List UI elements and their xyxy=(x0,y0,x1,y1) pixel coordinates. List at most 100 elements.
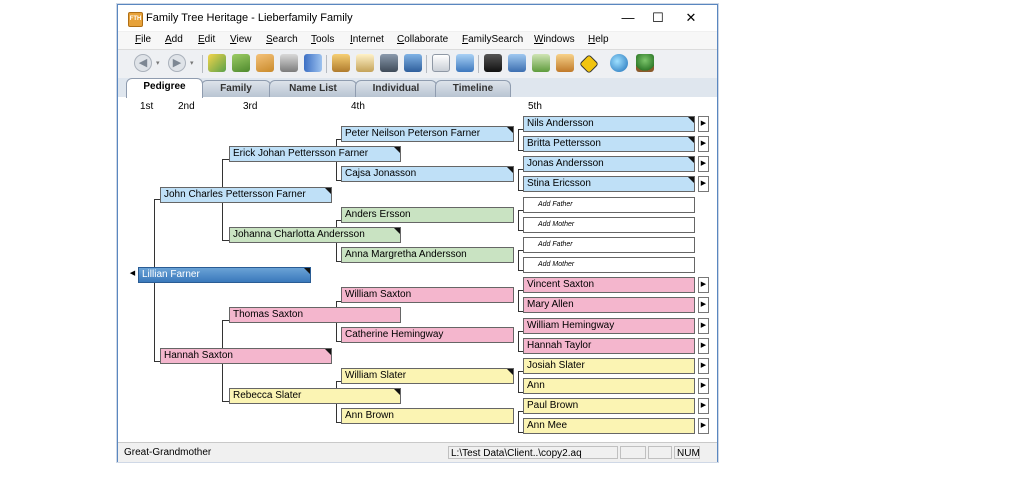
menu-familysearch[interactable]: FamilySearch xyxy=(462,34,523,45)
toolbar-separator xyxy=(326,55,327,73)
grid-icon[interactable] xyxy=(532,54,550,72)
book-icon[interactable] xyxy=(304,54,322,72)
menu-internet[interactable]: Internet xyxy=(350,34,384,45)
menu-add[interactable]: Add xyxy=(165,34,183,45)
camera-icon[interactable] xyxy=(380,54,398,72)
tab-timeline[interactable]: Timeline xyxy=(435,80,511,97)
report-icon[interactable] xyxy=(432,54,450,72)
window-title: Family Tree Heritage - Lieberfamily Fami… xyxy=(146,12,353,24)
person-gen4[interactable]: Cajsa Jonasson xyxy=(341,166,514,182)
person-gen5[interactable]: Stina Ericsson xyxy=(523,176,695,192)
add-father-button[interactable]: Add Father xyxy=(523,197,695,213)
forward-icon[interactable]: ▶ xyxy=(168,54,186,72)
menu-edit[interactable]: Edit xyxy=(198,34,215,45)
tree-icon[interactable] xyxy=(636,54,654,72)
person-gen4[interactable]: Peter Neilson Peterson Farner xyxy=(341,126,514,142)
user-add-icon[interactable] xyxy=(404,54,422,72)
minimize-button[interactable]: — xyxy=(613,9,643,27)
pedigree-chart: ◀ Lillian Farner John Charles Pettersson… xyxy=(118,113,717,442)
person-gen5[interactable]: Nils Andersson xyxy=(523,116,695,132)
person-gen5[interactable]: Jonas Andersson xyxy=(523,156,695,172)
menu-collaborate[interactable]: Collaborate xyxy=(397,34,448,45)
tab-name-list[interactable]: Name List xyxy=(269,80,357,97)
person-mother[interactable]: Hannah Saxton xyxy=(160,348,332,364)
connector-line xyxy=(518,169,519,190)
binoculars-icon[interactable] xyxy=(484,54,502,72)
person-gen4[interactable]: Ann Brown xyxy=(341,408,514,424)
forward-dropdown-icon[interactable]: ▾ xyxy=(190,59,194,67)
list-icon[interactable] xyxy=(456,54,474,72)
add-father-button[interactable]: Add Father xyxy=(523,237,695,253)
person-gen5[interactable]: Vincent Saxton xyxy=(523,277,695,293)
menu-help[interactable]: Help xyxy=(588,34,609,45)
menu-windows[interactable]: Windows xyxy=(534,34,575,45)
person-gen4[interactable]: Anna Margretha Andersson xyxy=(341,247,514,263)
toolbar-separator xyxy=(478,55,479,73)
expand-arrow-icon[interactable]: ▶ xyxy=(698,358,709,374)
back-icon[interactable]: ◀ xyxy=(134,54,152,72)
print-icon[interactable] xyxy=(280,54,298,72)
person-gen5[interactable]: Britta Pettersson xyxy=(523,136,695,152)
toolbar-separator xyxy=(202,55,203,73)
expand-arrow-icon[interactable]: ▶ xyxy=(698,176,709,192)
expand-arrow-icon[interactable]: ▶ xyxy=(698,398,709,414)
tab-pedigree[interactable]: Pedigree xyxy=(126,78,203,98)
menu-tools[interactable]: Tools xyxy=(311,34,334,45)
person-gen5[interactable]: Hannah Taylor xyxy=(523,338,695,354)
expand-arrow-icon[interactable]: ▶ xyxy=(698,156,709,172)
user-edit-icon[interactable] xyxy=(332,54,350,72)
maximize-button[interactable]: ☐ xyxy=(643,9,673,27)
import-icon[interactable] xyxy=(232,54,250,72)
collapse-arrow-icon[interactable]: ◀ xyxy=(127,267,138,283)
person-paternal-grandmother[interactable]: Johanna Charlotta Andersson xyxy=(229,227,401,243)
expand-arrow-icon[interactable]: ▶ xyxy=(698,418,709,434)
person-gen5[interactable]: William Hemingway xyxy=(523,318,695,334)
notes-icon[interactable] xyxy=(356,54,374,72)
menu-file[interactable]: File xyxy=(135,34,151,45)
expand-arrow-icon[interactable]: ▶ xyxy=(698,297,709,313)
warning-icon[interactable] xyxy=(579,54,599,74)
person-paternal-grandfather[interactable]: Erick Johan Pettersson Farner xyxy=(229,146,401,162)
person-gen4[interactable]: William Slater xyxy=(341,368,514,384)
expand-arrow-icon[interactable]: ▶ xyxy=(698,378,709,394)
person-maternal-grandfather[interactable]: Thomas Saxton xyxy=(229,307,401,323)
export-icon[interactable] xyxy=(256,54,274,72)
person-gen5[interactable]: Mary Allen xyxy=(523,297,695,313)
expand-arrow-icon[interactable]: ▶ xyxy=(698,338,709,354)
tab-family[interactable]: Family xyxy=(201,80,271,97)
expand-arrow-icon[interactable]: ▶ xyxy=(698,318,709,334)
person-maternal-grandmother[interactable]: Rebecca Slater xyxy=(229,388,401,404)
tab-individual[interactable]: Individual xyxy=(355,80,437,97)
person-gen5[interactable]: Ann Mee xyxy=(523,418,695,434)
home-icon[interactable] xyxy=(556,54,574,72)
person-gen4[interactable]: Anders Ersson xyxy=(341,207,514,223)
menu-view[interactable]: View xyxy=(230,34,252,45)
title-bar[interactable]: FTH Family Tree Heritage - Lieberfamily … xyxy=(118,5,717,31)
person-root[interactable]: Lillian Farner xyxy=(138,267,311,283)
person-gen5[interactable]: Paul Brown xyxy=(523,398,695,414)
back-dropdown-icon[interactable]: ▾ xyxy=(156,59,160,67)
web-icon[interactable] xyxy=(610,54,628,72)
expand-arrow-icon[interactable]: ▶ xyxy=(698,116,709,132)
close-button[interactable]: ✕ xyxy=(676,9,706,27)
expand-arrow-icon[interactable]: ▶ xyxy=(698,136,709,152)
connector-line xyxy=(518,290,519,311)
chart-icon[interactable] xyxy=(508,54,526,72)
toolbar: ◀ ▾ ▶ ▾ xyxy=(118,50,717,79)
connector-line xyxy=(518,371,519,392)
add-mother-button[interactable]: Add Mother xyxy=(523,217,695,233)
person-gen4[interactable]: Catherine Hemingway xyxy=(341,327,514,343)
person-father[interactable]: John Charles Pettersson Farner xyxy=(160,187,332,203)
generation-header: 1st 2nd 3rd 4th 5th xyxy=(118,97,717,113)
person-gen5[interactable]: Ann xyxy=(523,378,695,394)
open-book-icon[interactable] xyxy=(208,54,226,72)
person-gen4[interactable]: William Saxton xyxy=(341,287,514,303)
menu-search[interactable]: Search xyxy=(266,34,298,45)
status-num: NUM xyxy=(677,448,700,459)
gen-label-3rd: 3rd xyxy=(243,101,258,112)
person-gen5[interactable]: Josiah Slater xyxy=(523,358,695,374)
connector-line xyxy=(518,331,519,351)
expand-arrow-icon[interactable]: ▶ xyxy=(698,277,709,293)
status-cell xyxy=(648,446,672,459)
add-mother-button[interactable]: Add Mother xyxy=(523,257,695,273)
